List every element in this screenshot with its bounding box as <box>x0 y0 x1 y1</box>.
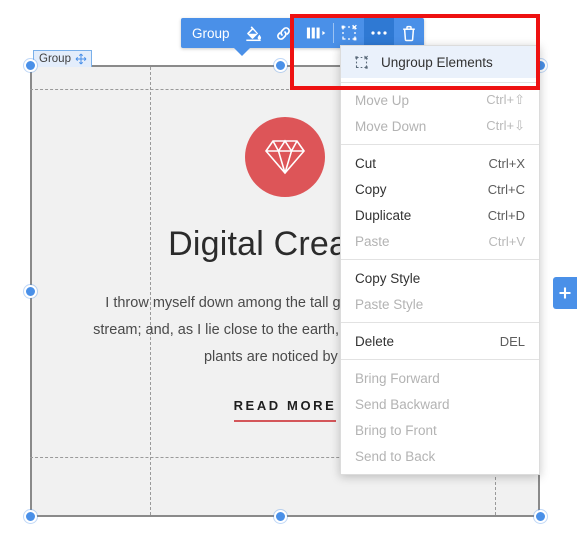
menu-item-label: Move Up <box>355 92 410 108</box>
menu-divider <box>341 322 539 323</box>
menu-item-shortcut: Ctrl+⇧ <box>486 92 525 107</box>
move-icon[interactable] <box>75 53 87 65</box>
context-menu[interactable]: Ungroup Elements Move Up Ctrl+⇧ Move Dow… <box>340 45 540 475</box>
menu-item-copy-style[interactable]: Copy Style <box>341 265 539 291</box>
menu-item-send-to-back[interactable]: Send to Back <box>341 443 539 469</box>
background-fill-icon[interactable] <box>239 18 269 48</box>
menu-item-delete[interactable]: Delete DEL <box>341 328 539 354</box>
menu-item-cut[interactable]: Cut Ctrl+X <box>341 150 539 176</box>
menu-item-move-down[interactable]: Move Down Ctrl+⇩ <box>341 113 539 139</box>
resize-handle-top-left[interactable] <box>24 59 37 72</box>
menu-item-label: Paste <box>355 233 390 249</box>
resize-handle-bottom-left[interactable] <box>24 510 37 523</box>
add-section-button[interactable] <box>553 277 577 309</box>
group-badge-text: Group <box>39 53 71 65</box>
resize-handle-top-center[interactable] <box>274 59 287 72</box>
menu-item-ungroup-elements[interactable]: Ungroup Elements <box>341 46 539 78</box>
menu-item-label: Copy <box>355 181 387 197</box>
menu-item-label: Bring Forward <box>355 370 440 386</box>
ungroup-icon <box>353 55 370 70</box>
menu-item-label: Cut <box>355 155 377 171</box>
menu-item-label: Delete <box>355 333 395 349</box>
toolbar-pointer <box>234 48 250 56</box>
menu-item-label: Copy Style <box>355 270 421 286</box>
delete-icon[interactable] <box>394 18 424 48</box>
columns-icon[interactable] <box>299 18 333 48</box>
menu-divider <box>341 144 539 145</box>
element-toolbar[interactable]: Group <box>181 18 424 56</box>
menu-item-move-up[interactable]: Move Up Ctrl+⇧ <box>341 87 539 113</box>
menu-item-label: Send Backward <box>355 396 450 412</box>
menu-item-label: Paste Style <box>355 296 424 312</box>
editor-canvas-root: Digital Creative I throw myself down amo… <box>0 0 581 542</box>
menu-item-shortcut: DEL <box>499 333 525 349</box>
diamond-icon <box>245 117 325 197</box>
toolbar-group-label[interactable]: Group <box>181 18 239 48</box>
menu-item-copy[interactable]: Copy Ctrl+C <box>341 176 539 202</box>
resize-handle-bottom-right[interactable] <box>534 510 547 523</box>
menu-item-paste-style[interactable]: Paste Style <box>341 291 539 317</box>
menu-item-bring-forward[interactable]: Bring Forward <box>341 365 539 391</box>
resize-handle-middle-left[interactable] <box>24 285 37 298</box>
ungroup-icon[interactable] <box>334 18 364 48</box>
resize-handle-bottom-center[interactable] <box>274 510 287 523</box>
more-options-icon[interactable] <box>363 18 394 48</box>
menu-item-send-backward[interactable]: Send Backward <box>341 391 539 417</box>
menu-item-shortcut: Ctrl+C <box>487 181 525 197</box>
menu-item-shortcut: Ctrl+D <box>487 207 525 223</box>
menu-divider <box>341 359 539 360</box>
plus-icon <box>558 286 572 300</box>
menu-item-paste[interactable]: Paste Ctrl+V <box>341 228 539 254</box>
menu-item-label: Duplicate <box>355 207 412 223</box>
menu-item-shortcut: Ctrl+X <box>488 155 525 171</box>
link-icon[interactable] <box>269 18 299 48</box>
menu-item-bring-to-front[interactable]: Bring to Front <box>341 417 539 443</box>
group-label-badge[interactable]: Group <box>33 50 92 67</box>
menu-item-label: Send to Back <box>355 448 436 464</box>
menu-item-label: Bring to Front <box>355 422 437 438</box>
menu-bottom-padding <box>341 469 539 474</box>
menu-item-shortcut: Ctrl+⇩ <box>486 118 525 133</box>
menu-item-label: Ungroup Elements <box>381 54 493 70</box>
read-more-button[interactable]: READ MORE <box>233 398 337 422</box>
menu-divider <box>341 259 539 260</box>
menu-item-duplicate[interactable]: Duplicate Ctrl+D <box>341 202 539 228</box>
menu-divider <box>341 82 539 83</box>
menu-item-shortcut: Ctrl+V <box>488 233 525 249</box>
menu-item-label: Move Down <box>355 118 427 134</box>
